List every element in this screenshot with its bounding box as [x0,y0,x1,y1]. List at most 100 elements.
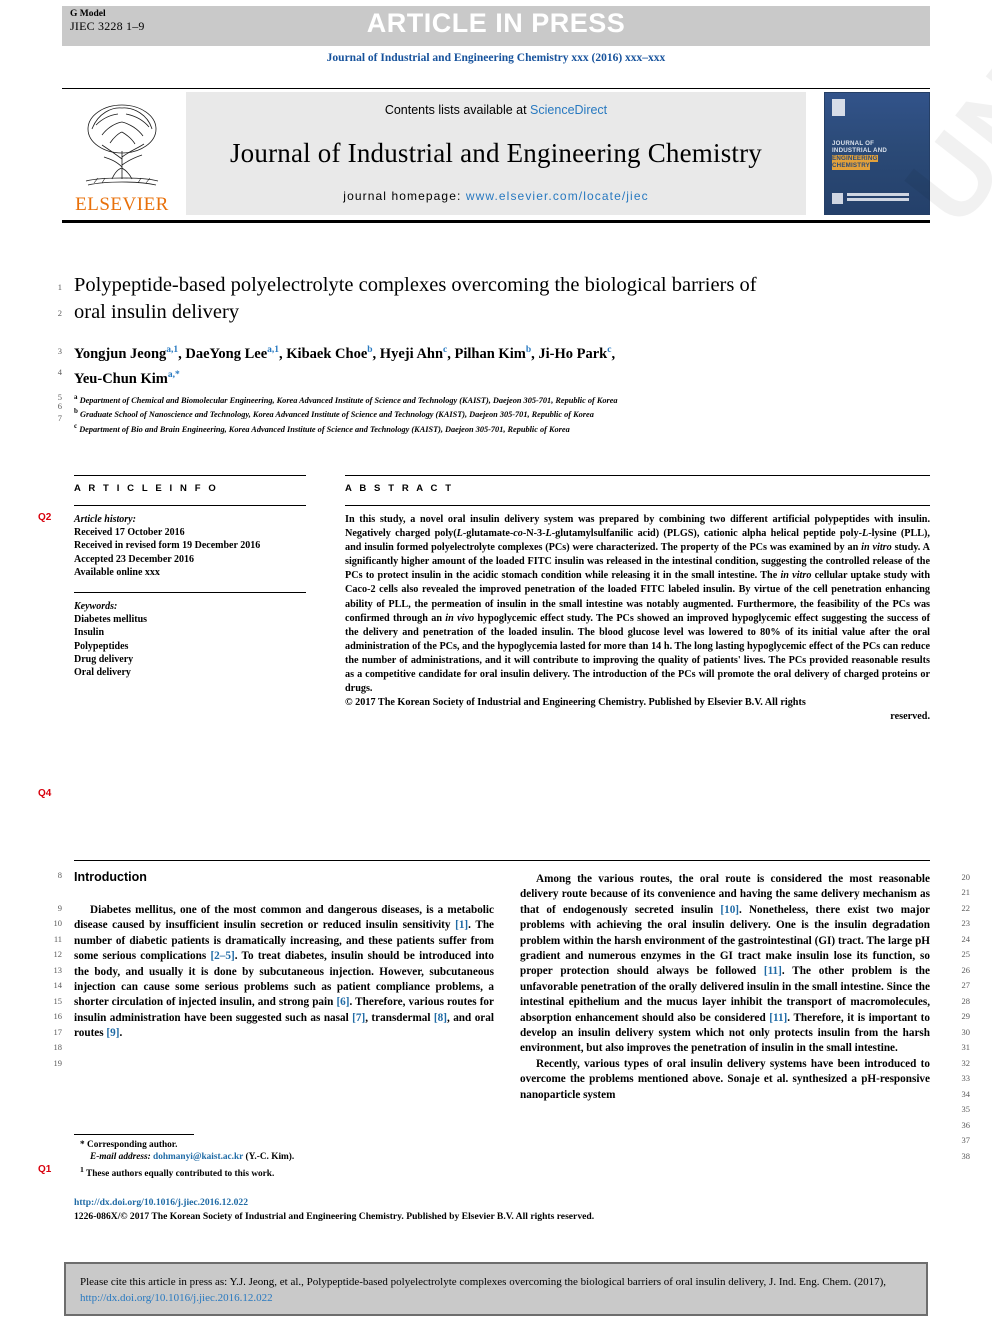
sciencedirect-link[interactable]: ScienceDirect [530,103,607,117]
info-rule-top [74,475,306,476]
copyright-text: © 2017 The Korean Society of Industrial … [345,697,806,709]
line-number: 14 [53,980,63,990]
cover-footer-bar [847,193,909,196]
contents-line: Contents lists available at ScienceDirec… [385,103,607,117]
line-number: 21 [961,887,971,897]
footnote-block: * Corresponding author. E-mail address: … [74,1139,494,1180]
abstract-fragment: hypoglycemic effect study. The PCs showe… [345,612,931,695]
query-marker-q2[interactable]: Q2 [38,512,51,523]
cite-this-article-box: Please cite this article in press as: Y.… [64,1262,928,1316]
history-item: Received in revised form 19 December 201… [74,540,261,552]
keyword-item: Insulin [74,627,105,639]
line-number: 32 [961,1058,971,1068]
citation-ref[interactable]: [1] [455,919,468,931]
line-number: 11 [53,934,62,944]
journal-cover-thumbnail: JOURNAL OF INDUSTRIAL AND ENGINEERING CHEMI… [824,92,930,215]
issn-copyright-line: 1226-086X/© 2017 The Korean Society of I… [74,1211,595,1222]
citation-ref[interactable]: [2–5] [210,950,234,962]
cover-footer-bar [847,198,909,201]
cover-title-text: JOURNAL OF INDUSTRIAL AND ENGINEERING CHEMI… [832,140,888,170]
masthead-top-rule [62,88,930,89]
citation-ref[interactable]: [11] [764,965,782,977]
doi-link[interactable]: http://dx.doi.org/10.1016/j.jiec.2016.12… [74,1197,248,1208]
keyword-item: Drug delivery [74,653,134,665]
abstract-italic: co [513,528,523,540]
elsevier-wordmark: ELSEVIER [75,194,169,215]
journal-runhead: Journal of Industrial and Engineering Ch… [326,52,666,64]
cover-footer-mark [832,193,918,205]
line-number: 3 [57,346,62,356]
line-number: 28 [961,996,971,1006]
query-marker-q1[interactable]: Q1 [38,1164,51,1175]
line-number: 6 [57,401,62,411]
paragraph: Recently, various types of oral insulin … [520,1057,930,1101]
line-number: 31 [961,1042,971,1052]
keyword-item: Diabetes mellitus [74,614,148,626]
email-owner: (Y.-C. Kim). [245,1152,295,1163]
history-item: Available online xxx [74,566,160,578]
citation-ref[interactable]: [10] [720,904,739,916]
contents-prefix: Contents lists available at [384,103,531,117]
homepage-url[interactable]: www.elsevier.com/locate/jiec [466,189,649,203]
line-number: 37 [961,1135,971,1145]
affiliation-item: a Department of Chemical and Biomolecula… [74,393,618,405]
line-number: 30 [961,1027,971,1037]
line-number: 15 [53,996,63,1006]
line-number: 34 [961,1089,971,1099]
citation-ref[interactable]: [6] [336,996,349,1008]
citation-ref[interactable]: [8] [434,1012,447,1024]
body-column-right: Among the various routes, the oral route… [520,872,930,1103]
line-number: 12 [53,949,63,959]
line-number: 4 [57,367,62,377]
abstract-fragment: -glutamylsulfanilic acid) (PLGS), cation… [551,528,862,540]
email-link[interactable]: dohmanyi@kaist.ac.kr [153,1152,243,1162]
footnote-text: Corresponding author. [86,1140,178,1150]
line-number: 26 [961,965,971,975]
line-number: 7 [57,413,62,423]
paragraph: Diabetes mellitus, one of the most commo… [74,903,494,1042]
line-number: 25 [961,949,971,959]
line-number: 33 [961,1073,971,1083]
homepage-label: journal homepage: [343,189,466,203]
query-marker-q4[interactable]: Q4 [38,788,51,799]
citation-ref[interactable]: [9] [106,1027,119,1039]
line-number: 20 [961,872,971,882]
keyword-item: Oral delivery [74,667,131,679]
info-rule-mid [74,505,306,506]
abstract-heading: A B S T R A C T [345,483,454,494]
line-number: 19 [53,1058,63,1068]
line-number: 23 [961,918,971,928]
text-run: Diabetes mellitus, one of the most commo… [74,904,494,932]
article-history-label: Article history: [74,514,136,525]
affiliation-list: a Department of Chemical and Biomolecula… [74,392,864,435]
abstract-rule-top [345,475,930,476]
article-info-heading: A R T I C L E I N F O [74,483,219,494]
abstract-italic: in vitro [861,542,892,554]
article-in-press-text: ARTICLE IN PRESS [366,8,626,38]
text-run: , transdermal [365,1011,434,1024]
text-run: . [119,1027,123,1040]
abstract-italic: in vitro [780,570,812,582]
citation-ref[interactable]: [7] [352,1012,365,1024]
keyword-item: Polypeptides [74,640,129,652]
masthead-center: Contents lists available at ScienceDirec… [186,92,806,215]
line-number: 29 [961,1011,971,1021]
footnote-corresponding: * Corresponding author. [80,1140,178,1150]
line-number: 24 [961,934,971,944]
line-number: 38 [961,1151,971,1161]
line-number: 10 [53,918,63,928]
cite-doi-link[interactable]: http://dx.doi.org/10.1016/j.jiec.2016.12… [80,1292,273,1304]
section-heading-introduction: Introduction [74,870,147,884]
affiliation-item: b Graduate School of Nanoscience and Tec… [74,407,594,420]
citation-ref[interactable]: [11] [769,1012,787,1024]
line-number: 17 [53,1027,63,1037]
affiliation-text: Graduate School of Nanoscience and Techn… [79,410,594,420]
line-number: 9 [57,903,62,913]
journal-masthead: ELSEVIER Contents lists available at Sci… [62,92,930,215]
line-number: 35 [961,1104,971,1114]
abstract-body: In this study, a novel oral insulin deli… [345,513,930,724]
abstract-rule-mid [345,505,930,506]
line-number: 22 [961,903,971,913]
affiliation-text: Department of Bio and Brain Engineering,… [79,424,570,434]
keywords-block: Keywords: Diabetes mellitus Insulin Poly… [74,600,306,679]
